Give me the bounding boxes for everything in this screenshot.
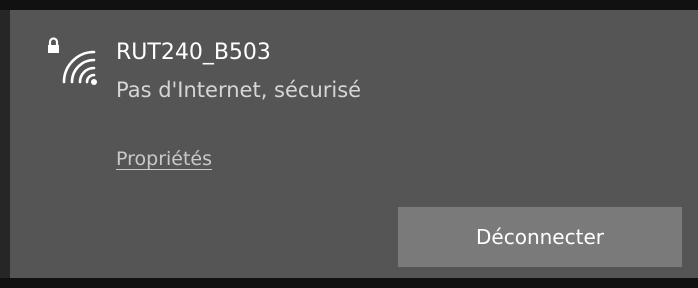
bottom-divider bbox=[0, 278, 698, 288]
network-flyout-frame: RUT240_B503 Pas d'Internet, sécurisé Pro… bbox=[0, 0, 698, 288]
top-divider bbox=[0, 0, 698, 10]
disconnect-button[interactable]: Déconnecter bbox=[398, 207, 682, 267]
left-edge bbox=[0, 10, 10, 288]
network-status: Pas d'Internet, sécurisé bbox=[116, 78, 362, 102]
network-ssid: RUT240_B503 bbox=[116, 40, 271, 65]
network-item-expanded[interactable]: RUT240_B503 Pas d'Internet, sécurisé Pro… bbox=[10, 10, 698, 278]
properties-link[interactable]: Propriétés bbox=[116, 148, 212, 170]
wifi-secured-icon bbox=[48, 37, 97, 85]
